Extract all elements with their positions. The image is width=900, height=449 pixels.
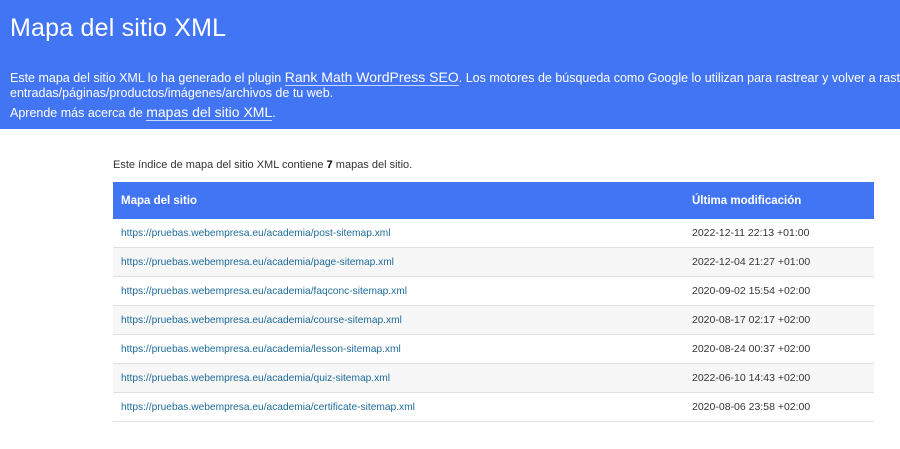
lastmod-cell: 2020-08-24 00:37 +02:00 [684, 334, 874, 364]
table-row: https://pruebas.webempresa.eu/academia/p… [113, 247, 874, 277]
sitemap-table: Mapa del sitio Última modificación https… [113, 182, 874, 422]
summary-after: mapas del sitio. [332, 159, 413, 171]
sitemap-link[interactable]: https://pruebas.webempresa.eu/academia/c… [121, 315, 402, 326]
table-body: https://pruebas.webempresa.eu/academia/p… [113, 219, 874, 422]
table-row: https://pruebas.webempresa.eu/academia/c… [113, 392, 874, 422]
lastmod-cell: 2020-09-02 15:54 +02:00 [684, 276, 874, 306]
lastmod-cell: 2022-12-04 21:27 +01:00 [684, 247, 874, 277]
table-row: https://pruebas.webempresa.eu/academia/p… [113, 219, 874, 248]
table-row: https://pruebas.webempresa.eu/academia/c… [113, 305, 874, 335]
sitemap-cell: https://pruebas.webempresa.eu/academia/p… [113, 247, 684, 277]
page-header: Mapa del sitio XML Este mapa del sitio X… [0, 0, 900, 129]
sitemap-count-summary: Este índice de mapa del sitio XML contie… [113, 158, 874, 172]
sitemap-link[interactable]: https://pruebas.webempresa.eu/academia/q… [121, 373, 390, 384]
sitemap-cell: https://pruebas.webempresa.eu/academia/c… [113, 305, 684, 335]
column-header-lastmod: Última modificación [684, 182, 874, 219]
sitemap-link[interactable]: https://pruebas.webempresa.eu/academia/c… [121, 402, 415, 413]
learn-more-end: . [272, 106, 276, 120]
sitemap-cell: https://pruebas.webempresa.eu/academia/f… [113, 276, 684, 306]
table-row: https://pruebas.webempresa.eu/academia/f… [113, 276, 874, 306]
table-header: Mapa del sitio Última modificación [113, 182, 874, 219]
summary-before: Este índice de mapa del sitio XML contie… [113, 159, 327, 171]
table-row: https://pruebas.webempresa.eu/academia/l… [113, 334, 874, 364]
intro-text-before: Este mapa del sitio XML lo ha generado e… [10, 71, 285, 85]
sitemap-link[interactable]: https://pruebas.webempresa.eu/academia/l… [121, 344, 401, 355]
sitemap-cell: https://pruebas.webempresa.eu/academia/c… [113, 392, 684, 422]
table-row: https://pruebas.webempresa.eu/academia/q… [113, 363, 874, 393]
learn-more-text: Aprende más acerca de [10, 106, 147, 120]
intro-text: Este mapa del sitio XML lo ha generado e… [10, 69, 900, 121]
intro-text-after: . Los motores de búsqueda como Google lo… [458, 71, 900, 85]
lastmod-cell: 2020-08-06 23:58 +02:00 [684, 392, 874, 422]
sitemap-link[interactable]: https://pruebas.webempresa.eu/academia/p… [121, 257, 394, 268]
column-header-sitemap: Mapa del sitio [113, 182, 684, 219]
table-header-row: Mapa del sitio Última modificación [113, 182, 874, 219]
sitemap-link[interactable]: https://pruebas.webempresa.eu/academia/p… [121, 228, 391, 239]
main-content: Este índice de mapa del sitio XML contie… [113, 129, 874, 422]
intro-text-line2: entradas/páginas/productos/imágenes/arch… [10, 86, 334, 100]
lastmod-cell: 2020-08-17 02:17 +02:00 [684, 305, 874, 335]
rank-math-link[interactable]: Rank Math WordPress SEO [284, 69, 459, 86]
sitemap-cell: https://pruebas.webempresa.eu/academia/p… [113, 219, 684, 248]
lastmod-cell: 2022-06-10 14:43 +02:00 [684, 363, 874, 393]
lastmod-cell: 2022-12-11 22:13 +01:00 [684, 219, 874, 248]
learn-more-paragraph: Aprende más acerca de mapas del sitio XM… [10, 104, 890, 121]
sitemap-link[interactable]: https://pruebas.webempresa.eu/academia/f… [121, 286, 407, 297]
sitemap-cell: https://pruebas.webempresa.eu/academia/q… [113, 363, 684, 393]
intro-paragraph: Este mapa del sitio XML lo ha generado e… [10, 69, 900, 101]
page-title: Mapa del sitio XML [10, 14, 227, 42]
xml-sitemaps-link[interactable]: mapas del sitio XML [146, 104, 273, 121]
sitemap-cell: https://pruebas.webempresa.eu/academia/l… [113, 334, 684, 364]
